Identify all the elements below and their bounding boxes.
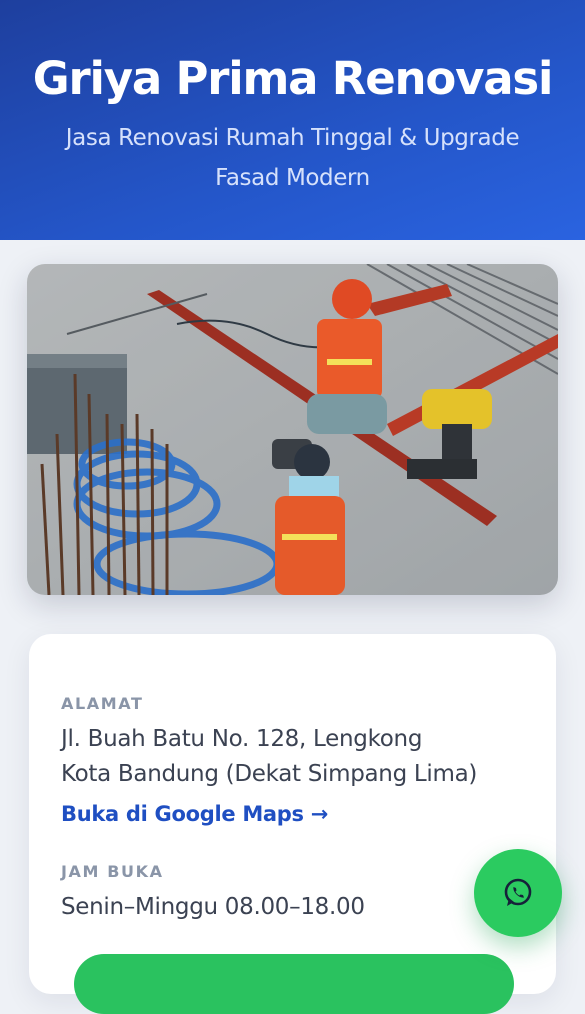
hours-value: Senin–Minggu 08.00–18.00 bbox=[61, 894, 365, 920]
address-line-1: Jl. Buah Batu No. 128, Lengkong bbox=[61, 726, 423, 752]
whatsapp-icon bbox=[504, 878, 532, 906]
address-label: ALAMAT bbox=[61, 694, 144, 713]
address-line-2: Kota Bandung (Dekat Simpang Lima) bbox=[61, 761, 478, 787]
page-subtitle: Jasa Renovasi Rumah Tinggal & Upgrade Fa… bbox=[65, 125, 520, 191]
page-title: Griya Prima Renovasi bbox=[32, 52, 554, 105]
hero-photo bbox=[27, 264, 558, 595]
hero-header: Griya Prima Renovasi Jasa Renovasi Rumah… bbox=[0, 0, 585, 240]
whatsapp-button[interactable] bbox=[474, 849, 562, 937]
location-card: ALAMAT Jl. Buah Batu No. 128, Lengkong K… bbox=[29, 634, 556, 1014]
green-action-button[interactable] bbox=[74, 954, 514, 1014]
construction-photo-illustration bbox=[27, 264, 558, 595]
hours-label: JAM BUKA bbox=[61, 862, 164, 881]
open-google-maps-link[interactable]: Buka di Google Maps → bbox=[61, 802, 328, 826]
